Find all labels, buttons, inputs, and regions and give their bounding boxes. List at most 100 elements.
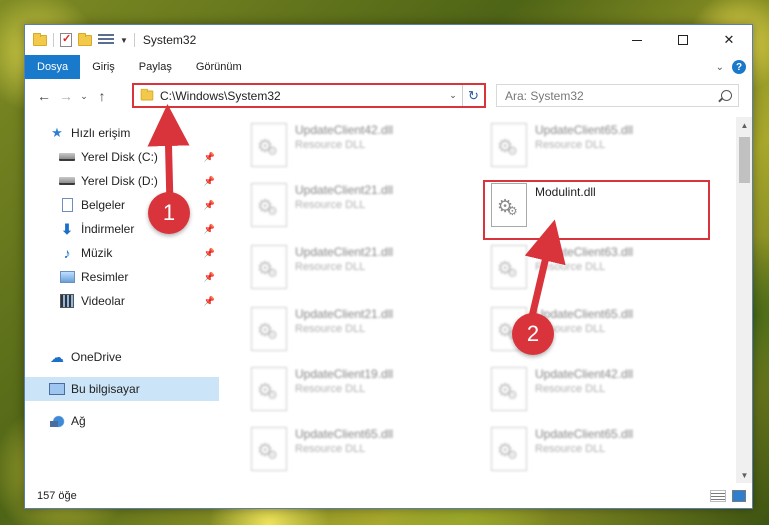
file-item[interactable]: UpdateClient21.dll Resource DLL bbox=[225, 239, 445, 295]
sidebar-item-label: Yerel Disk (C:) bbox=[81, 150, 158, 164]
file-name: UpdateClient19.dll bbox=[295, 367, 394, 381]
minimize-button[interactable] bbox=[614, 25, 660, 55]
pin-icon[interactable]: 📌 bbox=[204, 224, 215, 235]
file-item[interactable]: UpdateClient65.dll Resource DLL bbox=[465, 421, 685, 477]
file-item[interactable]: UpdateClient65.dllResource DLL bbox=[465, 117, 685, 173]
vertical-scrollbar[interactable]: ▲ ▼ bbox=[736, 117, 752, 483]
dll-file-icon bbox=[491, 123, 527, 167]
music-icon: ♪ bbox=[63, 245, 71, 261]
sidebar-item-local-disk-d[interactable]: Yerel Disk (D:) 📌 bbox=[25, 169, 219, 193]
star-icon: ★ bbox=[51, 125, 63, 140]
properties-icon[interactable] bbox=[60, 32, 72, 47]
address-bar[interactable]: C:\Windows\System32 ⌄ ↻ bbox=[132, 83, 486, 108]
tab-dosya[interactable]: Dosya bbox=[25, 55, 81, 79]
dll-file-icon bbox=[491, 245, 527, 289]
file-type: Resource DLL bbox=[535, 383, 606, 395]
scroll-up-icon[interactable]: ▲ bbox=[736, 117, 752, 133]
step-badge-2: 2 bbox=[512, 313, 554, 355]
tab-paylas[interactable]: Paylaş bbox=[127, 55, 184, 79]
pin-icon[interactable]: 📌 bbox=[204, 176, 215, 187]
scroll-thumb[interactable] bbox=[739, 137, 750, 183]
window-controls: ✕ bbox=[614, 25, 752, 55]
pin-icon[interactable]: 📌 bbox=[204, 152, 215, 163]
sidebar-item-this-pc[interactable]: Bu bilgisayar bbox=[25, 377, 219, 401]
maximize-button[interactable] bbox=[660, 25, 706, 55]
window-title: System32 bbox=[142, 33, 197, 47]
new-folder-icon[interactable] bbox=[78, 32, 92, 46]
videos-icon bbox=[59, 294, 75, 308]
tab-giris[interactable]: Giriş bbox=[80, 55, 127, 79]
dll-file-icon bbox=[251, 183, 287, 227]
document-icon bbox=[59, 198, 75, 212]
quick-access-toolbar: ▼ bbox=[25, 32, 135, 47]
dll-file-icon bbox=[251, 123, 287, 167]
close-button[interactable]: ✕ bbox=[706, 25, 752, 55]
address-path[interactable]: C:\Windows\System32 bbox=[160, 89, 281, 103]
sidebar-item-label: Yerel Disk (D:) bbox=[81, 174, 158, 188]
maximize-icon bbox=[678, 35, 688, 45]
sidebar-item-onedrive[interactable]: ☁ OneDrive bbox=[25, 345, 219, 369]
navigation-bar: ← → ⌄ ↑ C:\Windows\System32 ⌄ ↻ Ara: Sys… bbox=[25, 79, 752, 113]
view-toggle bbox=[710, 490, 746, 502]
nav-buttons: ← → ⌄ ↑ bbox=[33, 85, 113, 107]
pin-icon[interactable]: 📌 bbox=[204, 248, 215, 259]
file-item[interactable]: UpdateClient65.dllResource DLL bbox=[465, 301, 685, 357]
file-item[interactable]: UpdateClient19.dll Resource DLL bbox=[225, 361, 445, 417]
forward-button[interactable]: → bbox=[55, 85, 77, 107]
file-name: UpdateClient65.dll bbox=[295, 427, 394, 441]
sidebar-item-label: Müzik bbox=[81, 246, 113, 260]
sidebar-item-local-disk-c[interactable]: Yerel Disk (C:) 📌 bbox=[25, 145, 219, 169]
search-input[interactable]: Ara: System32 bbox=[496, 84, 739, 107]
up-button[interactable]: ↑ bbox=[91, 85, 113, 107]
network-icon bbox=[49, 414, 65, 428]
help-icon[interactable]: ? bbox=[732, 60, 746, 74]
customize-toolbar-chevron-icon[interactable]: ▼ bbox=[120, 36, 128, 45]
ribbon-tabs: Dosya Giriş Paylaş Görünüm ⌄ ? bbox=[25, 55, 752, 79]
recent-locations-chevron-icon[interactable]: ⌄ bbox=[77, 85, 91, 107]
file-item[interactable]: UpdateClient42.dll Resource DLL bbox=[225, 117, 445, 173]
file-item-modulint[interactable]: Modulint.dll bbox=[465, 177, 685, 233]
pictures-icon bbox=[59, 270, 75, 284]
ribbon-right-controls: ⌄ ? bbox=[716, 60, 752, 74]
sidebar-item-label: Resimler bbox=[81, 270, 129, 284]
cloud-icon: ☁ bbox=[50, 348, 64, 365]
details-view-icon[interactable] bbox=[710, 490, 726, 502]
file-item[interactable]: UpdateClient21.dll Resource DLL bbox=[225, 177, 445, 233]
file-type: Resource DLL bbox=[295, 383, 366, 395]
file-item[interactable]: UpdateClient63.dll Resource DLL bbox=[465, 239, 685, 295]
dll-file-icon bbox=[251, 307, 287, 351]
pin-icon[interactable]: 📌 bbox=[204, 200, 215, 211]
sidebar-item-pictures[interactable]: Resimler 📌 bbox=[25, 265, 219, 289]
sidebar-item-quick-access[interactable]: ★ Hızlı erişim bbox=[25, 121, 219, 145]
file-type: Resource DLL bbox=[295, 139, 366, 151]
pin-icon[interactable]: 📌 bbox=[204, 296, 215, 307]
download-icon: ⬇ bbox=[61, 220, 73, 237]
refresh-icon[interactable]: ↻ bbox=[462, 85, 484, 106]
sidebar-item-videos[interactable]: Videolar 📌 bbox=[25, 289, 219, 313]
tab-gorunum[interactable]: Görünüm bbox=[184, 55, 254, 79]
folder-icon bbox=[33, 32, 47, 46]
dll-file-icon bbox=[491, 427, 527, 471]
sidebar-item-network[interactable]: Ağ bbox=[25, 409, 219, 433]
status-bar: 157 öğe bbox=[25, 483, 752, 508]
file-name: UpdateClient65.dll bbox=[535, 427, 634, 441]
scroll-down-icon[interactable]: ▼ bbox=[736, 467, 752, 483]
file-type: Resource DLL bbox=[535, 443, 606, 455]
sidebar-item-music[interactable]: ♪ Müzik 📌 bbox=[25, 241, 219, 265]
large-icons-view-icon[interactable] bbox=[732, 490, 746, 502]
pin-icon[interactable]: 📌 bbox=[204, 272, 215, 283]
address-dropdown-chevron-icon[interactable]: ⌄ bbox=[444, 90, 462, 101]
file-name: UpdateClient42.dll bbox=[295, 123, 394, 137]
drive-icon bbox=[59, 150, 75, 164]
sidebar-item-label: Bu bilgisayar bbox=[71, 382, 140, 396]
expand-ribbon-chevron-icon[interactable]: ⌄ bbox=[716, 62, 724, 73]
file-explorer-window: ▼ System32 ✕ Dosya Giriş Paylaş Görünüm … bbox=[24, 24, 753, 509]
sidebar-item-downloads[interactable]: ⬇ İndirmeler 📌 bbox=[25, 217, 219, 241]
back-button[interactable]: ← bbox=[33, 85, 55, 107]
search-icon[interactable] bbox=[721, 90, 732, 101]
file-item[interactable]: UpdateClient42.dll Resource DLL bbox=[465, 361, 685, 417]
file-item[interactable]: UpdateClient21.dll Resource DLL bbox=[225, 301, 445, 357]
file-type: Resource DLL bbox=[535, 261, 606, 273]
file-item[interactable]: UpdateClient65.dllResource DLL bbox=[225, 421, 445, 477]
view-options-icon[interactable] bbox=[98, 34, 114, 46]
